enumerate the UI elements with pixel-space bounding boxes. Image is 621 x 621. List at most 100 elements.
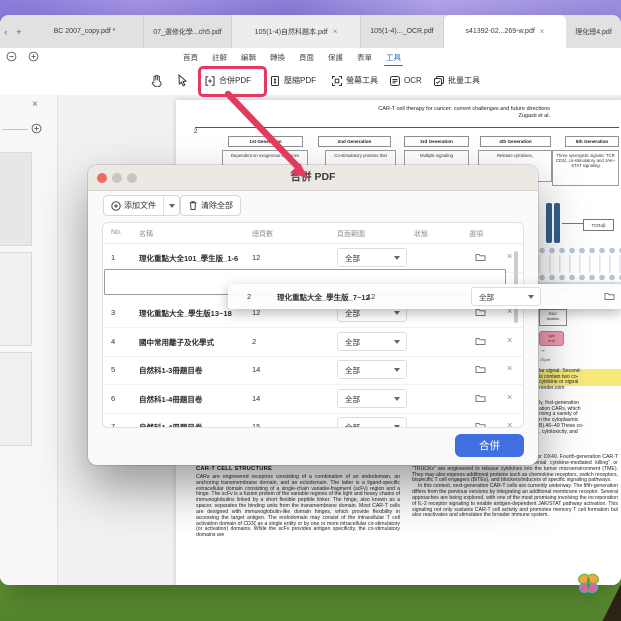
receptor-bar — [554, 203, 560, 243]
row-filename: 國中常用離子及化學式 — [139, 337, 214, 348]
row-filename: 理化重點大全_學生版_7~12 — [277, 292, 370, 303]
dragging-file-row[interactable]: 2 理化重點大全_學生版_7~12 12 全部 — [228, 284, 621, 309]
page-thumbnail[interactable] — [0, 252, 32, 346]
menu-form[interactable]: 表單 — [357, 52, 372, 63]
tab-ch5[interactable]: 07_選修化學...ch5.pdf — [144, 15, 232, 48]
membrane-tails — [539, 255, 621, 273]
tab-bar: ‹ + BC 2007_copy.pdf * 07_選修化學...ch5.pdf… — [0, 15, 621, 48]
remove-file-icon[interactable]: × — [507, 392, 512, 402]
merge-confirm-button[interactable]: 合併 — [455, 434, 524, 457]
chevron-down-icon — [394, 397, 400, 401]
tab-bc2007[interactable]: BC 2007_copy.pdf * — [26, 15, 144, 48]
chevron-down-icon — [394, 368, 400, 372]
table-row[interactable]: 6 自然科1-4冊題目卷 14 全部 × — [103, 384, 523, 414]
folder-icon[interactable] — [475, 336, 486, 346]
tab-label: 105(1-4)..._OCR.pdf — [370, 28, 433, 35]
clear-all-label: 清除全部 — [201, 200, 233, 211]
zoom-out-icon[interactable] — [6, 51, 17, 62]
remove-file-icon[interactable]: × — [507, 251, 512, 261]
tab-close-icon[interactable]: × — [540, 27, 545, 36]
tab-lihua4[interactable]: 理化總4.pdf — [566, 15, 621, 48]
remove-file-icon[interactable]: × — [507, 420, 512, 428]
add-files-dropdown[interactable] — [163, 196, 179, 215]
screen-tools-button[interactable]: 螢幕工具 — [331, 66, 378, 95]
menu-annotate[interactable]: 註解 — [212, 52, 227, 63]
tab-s41392-active[interactable]: s41392-02...269-w.pdf × — [444, 15, 566, 48]
row-no: 5 — [111, 365, 115, 374]
row-pagecount: 14 — [252, 365, 260, 374]
figure-arrow: → — [539, 347, 546, 354]
gene-line: ene — [540, 339, 563, 344]
zoom-in-icon[interactable] — [28, 51, 39, 62]
folder-icon[interactable] — [475, 252, 486, 262]
row-pagecount: 12 — [252, 308, 260, 317]
gen5-box: 5th Generation — [565, 136, 619, 147]
document-zoom-controls — [6, 51, 39, 62]
table-row[interactable]: 4 國中常用離子及化學式 2 全部 × — [103, 327, 523, 357]
thumbnail-size-slider[interactable] — [2, 129, 28, 130]
row-filename: 自然科1-4冊題目卷 — [139, 422, 202, 428]
range-value: 全部 — [345, 394, 360, 405]
batch-tools-label: 批量工具 — [448, 75, 480, 86]
table-header: No. 名稱 總頁數 頁面範圍 狀態 選項 — [103, 223, 523, 244]
page-thumbnail[interactable] — [0, 152, 32, 246]
compress-pdf-icon — [269, 75, 281, 87]
row-filename: 理化重點大全101_學生版_1-6 — [139, 253, 238, 264]
col-pages: 總頁數 — [252, 229, 273, 239]
page-range-select[interactable]: 全部 — [337, 360, 407, 379]
folder-icon[interactable] — [604, 291, 615, 301]
row-filename: 自然科1-3冊題目卷 — [139, 365, 202, 376]
table-row[interactable]: 7 自然科1-4冊題目卷 15 全部 × — [103, 412, 523, 428]
menu-page[interactable]: 頁面 — [299, 52, 314, 63]
tab-ocr-file[interactable]: 105(1-4)..._OCR.pdf — [361, 15, 444, 48]
select-tool-button[interactable] — [177, 66, 188, 95]
range-value: 全部 — [345, 337, 360, 348]
tab-close-icon[interactable]: × — [333, 27, 338, 36]
add-files-main[interactable]: 添加文件 — [104, 196, 163, 215]
add-files-button[interactable]: 添加文件 — [103, 195, 180, 216]
remove-file-icon[interactable]: × — [507, 335, 512, 345]
menu-tools[interactable]: 工具 — [386, 52, 401, 63]
menu-home[interactable]: 首頁 — [183, 52, 198, 63]
row-no: 3 — [111, 308, 115, 317]
tab-science-book[interactable]: 105(1-4)自然科題本.pdf × — [232, 15, 361, 48]
figure-scale-label: 25μm — [540, 357, 550, 362]
tcr-label: TCRαβ — [583, 219, 614, 231]
menu-convert[interactable]: 轉換 — [270, 52, 285, 63]
folder-icon[interactable] — [475, 364, 486, 374]
page-range-select[interactable]: 全部 — [337, 332, 407, 351]
chevron-down-icon — [394, 340, 400, 344]
page-range-select[interactable]: 全部 — [471, 287, 541, 306]
rac-activation-box: RAC tivation — [539, 309, 567, 326]
range-value: 全部 — [479, 292, 494, 303]
batch-tools-button[interactable]: 批量工具 — [433, 66, 480, 95]
folder-icon[interactable] — [475, 393, 486, 403]
chevron-down-icon — [394, 256, 400, 260]
row-pagecount: 2 — [252, 337, 256, 346]
gen4-box: 4th Generation — [480, 136, 551, 147]
sidebar-close-icon[interactable]: × — [32, 99, 38, 110]
row-filename: 自然科1-4冊題目卷 — [139, 394, 202, 405]
table-row[interactable]: 5 自然科1-3冊題目卷 14 全部 × — [103, 355, 523, 385]
row-pagecount: 12 — [252, 253, 260, 262]
page-range-select[interactable]: 全部 — [337, 389, 407, 408]
sliver-line: , cytotoxicity, and — [539, 430, 621, 436]
tab-nav-controls: ‹ + — [0, 15, 26, 48]
folder-icon[interactable] — [475, 421, 486, 428]
ocr-button[interactable]: OCR — [389, 66, 422, 95]
col-no: No. — [111, 229, 122, 236]
page-thumbnail[interactable] — [0, 352, 32, 446]
hand-tool-button[interactable] — [150, 66, 163, 95]
menu-protect[interactable]: 保護 — [328, 52, 343, 63]
page-range-select[interactable]: 全部 — [337, 248, 407, 267]
tab-back-icon[interactable]: ‹ — [4, 27, 7, 37]
chevron-down-icon — [394, 311, 400, 315]
menu-edit[interactable]: 編輯 — [241, 52, 256, 63]
page-range-select[interactable]: 全部 — [337, 417, 407, 428]
clear-all-button[interactable]: 清除全部 — [180, 195, 241, 216]
ocr-label: OCR — [404, 76, 422, 85]
remove-file-icon[interactable]: × — [507, 363, 512, 373]
thumbnail-zoom-in-icon[interactable] — [31, 123, 42, 134]
row-no: 4 — [111, 337, 115, 346]
new-tab-button[interactable]: + — [16, 27, 21, 37]
